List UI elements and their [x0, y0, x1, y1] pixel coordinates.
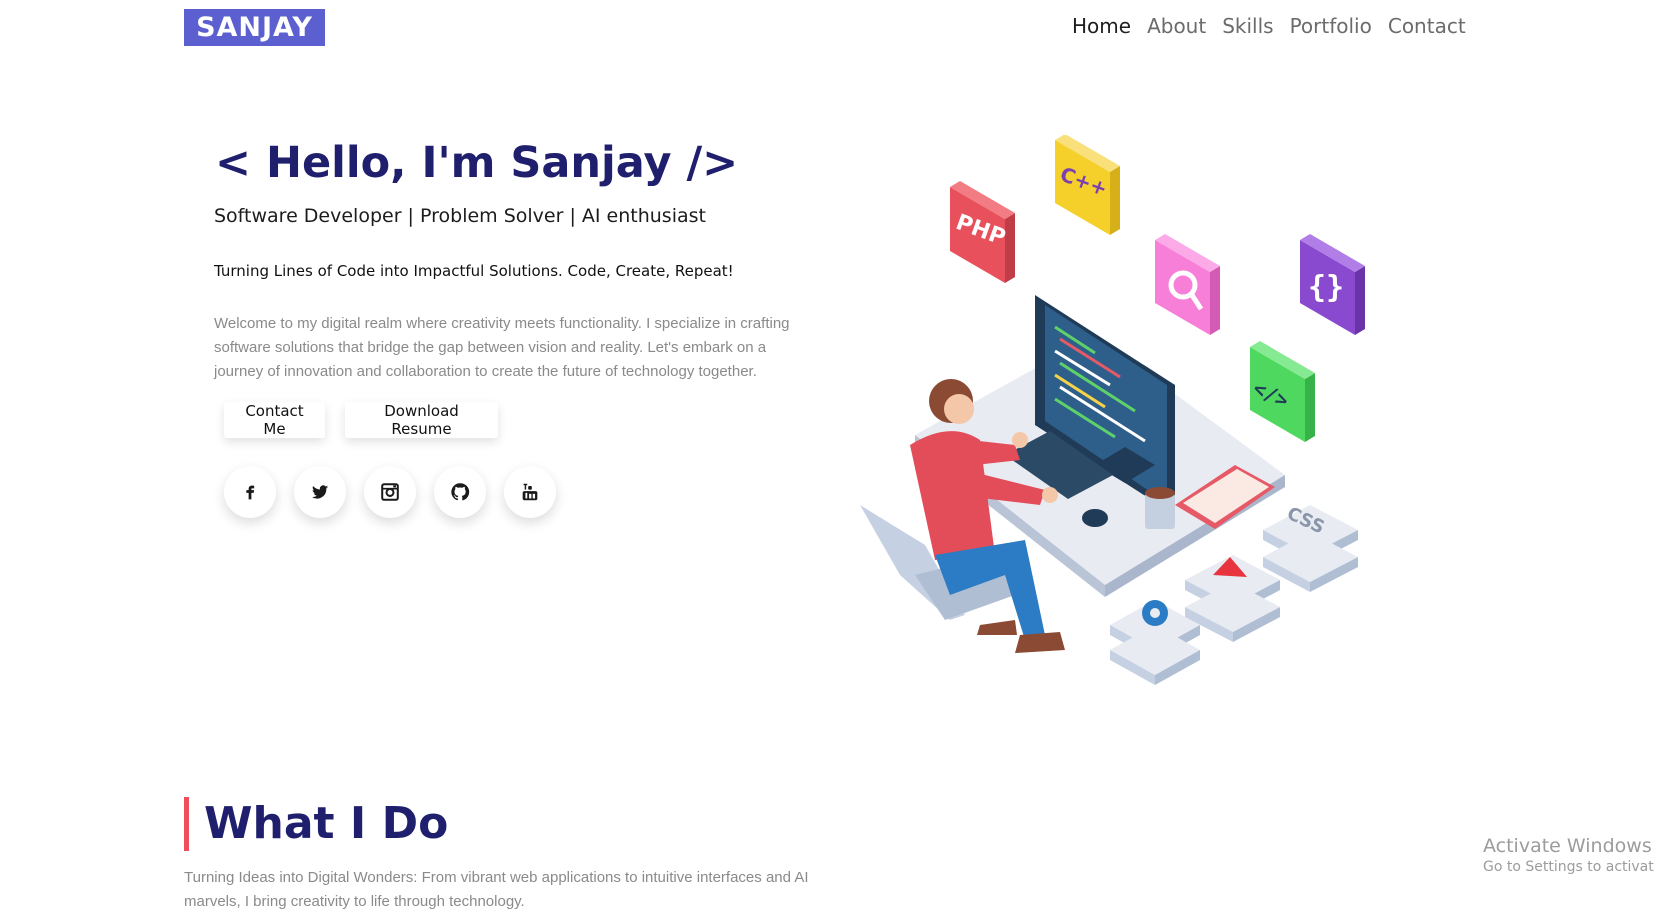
activate-windows-watermark: Activate Windows Go to Settings to activ… — [1483, 835, 1654, 875]
activate-windows-hint: Go to Settings to activate Windows. — [1483, 859, 1654, 875]
main-nav: Home About Skills Portfolio Contact — [1072, 14, 1466, 38]
developer-illustration: PHP C++ {} </> CSS — [860, 135, 1365, 685]
youtube-link[interactable] — [504, 466, 556, 518]
nav-home[interactable]: Home — [1072, 14, 1131, 38]
section-accent-bar — [184, 797, 189, 851]
activate-windows-title: Activate Windows — [1483, 835, 1652, 857]
what-i-do-description: Turning Ideas into Digital Wonders: From… — [184, 869, 809, 910]
instagram-link[interactable] — [364, 466, 416, 518]
github-link[interactable] — [434, 466, 486, 518]
nav-portfolio[interactable]: Portfolio — [1290, 14, 1372, 38]
what-i-do-title: What I Do — [204, 798, 449, 849]
nav-contact[interactable]: Contact — [1388, 14, 1466, 38]
youtube-icon — [522, 483, 538, 501]
twitter-link[interactable] — [294, 466, 346, 518]
braces-tile: {} — [1300, 234, 1365, 335]
hero-tagline: Turning Lines of Code into Impactful Sol… — [214, 262, 734, 280]
instagram-icon — [381, 483, 399, 501]
svg-text:{}: {} — [1308, 270, 1344, 305]
github-icon — [451, 483, 470, 501]
cpp-tile: C++ — [1055, 135, 1120, 235]
facebook-icon — [246, 485, 255, 500]
download-resume-button[interactable]: Download Resume — [345, 402, 498, 438]
contact-me-button[interactable]: Contact Me — [224, 402, 325, 438]
nav-about[interactable]: About — [1147, 14, 1206, 38]
nav-skills[interactable]: Skills — [1222, 14, 1273, 38]
hero-subtitle: Software Developer | Problem Solver | AI… — [214, 205, 706, 227]
hero-description: Welcome to my digital realm where creati… — [214, 315, 790, 380]
twitter-icon — [311, 485, 329, 499]
code-tile: </> — [1250, 341, 1315, 442]
hero-title: < Hello, I'm Sanjay /> — [215, 138, 739, 188]
php-tile: PHP — [950, 181, 1015, 283]
search-tile — [1155, 234, 1220, 335]
site-logo[interactable]: SANJAY — [184, 9, 325, 46]
facebook-link[interactable] — [224, 466, 276, 518]
